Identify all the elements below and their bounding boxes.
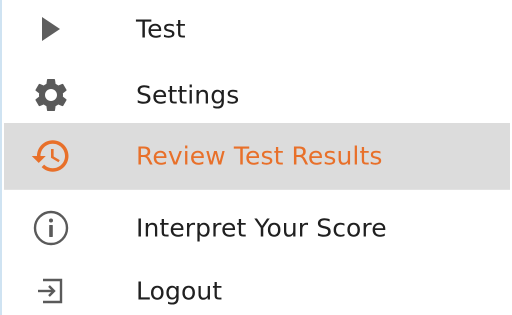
menu-item-review-test-results[interactable]: Review Test Results [4, 123, 510, 189]
menu-item-label: Interpret Your Score [136, 213, 387, 243]
history-icon [28, 133, 74, 179]
play-icon [28, 6, 74, 52]
menu-item-label: Settings [136, 80, 240, 110]
menu-item-label: Test [136, 14, 186, 44]
side-menu: Test Settings Review Test Results Interp… [0, 0, 512, 315]
menu-item-logout[interactable]: Logout [4, 258, 510, 315]
menu-item-test[interactable]: Test [4, 0, 510, 62]
menu-item-settings[interactable]: Settings [4, 62, 510, 128]
menu-item-interpret-your-score[interactable]: Interpret Your Score [4, 195, 510, 261]
menu-item-label: Logout [136, 276, 223, 306]
gear-icon [28, 72, 74, 118]
info-icon [28, 205, 74, 251]
menu-item-label: Review Test Results [136, 141, 383, 171]
logout-icon [28, 268, 74, 314]
menu-divider [4, 189, 510, 190]
